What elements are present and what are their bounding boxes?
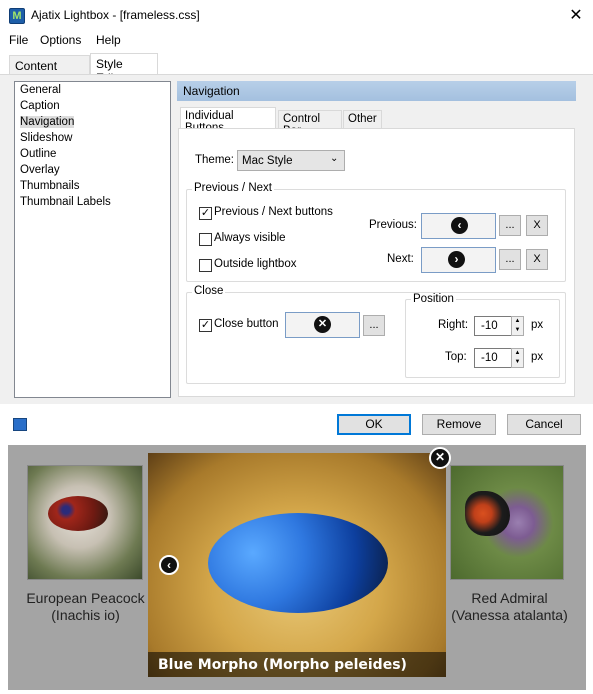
- theme-value: Mac Style: [242, 155, 293, 167]
- next-image-preview[interactable]: ›: [421, 247, 496, 273]
- lightbox-prev-icon[interactable]: ‹: [159, 555, 179, 575]
- sidebar-item-general[interactable]: General: [20, 84, 61, 96]
- top-input[interactable]: -10: [474, 348, 516, 368]
- close-button-label: Close button: [214, 318, 279, 330]
- sidebar-item-overlay[interactable]: Overlay: [20, 164, 60, 176]
- thumbnail-red-admiral[interactable]: [450, 465, 564, 580]
- sidebar-item-caption[interactable]: Caption: [20, 100, 60, 112]
- app-logo-icon: M: [9, 8, 25, 24]
- next-browse-button[interactable]: ...: [499, 249, 521, 270]
- position-group-label: Position: [411, 293, 456, 305]
- left-caption: European Peacock (Inachis io): [26, 590, 145, 623]
- top-label: Top:: [445, 351, 467, 363]
- chevron-left-icon: ‹: [451, 217, 468, 234]
- previous-clear-button[interactable]: X: [526, 215, 548, 236]
- top-stepper[interactable]: ▲ ▼: [511, 348, 524, 368]
- window-title: Ajatix Lightbox - [frameless.css]: [31, 8, 200, 22]
- outside-lightbox-checkbox[interactable]: [199, 259, 212, 272]
- thumbnail-peacock[interactable]: [27, 465, 143, 580]
- theme-label: Theme:: [195, 154, 234, 166]
- theme-select[interactable]: Mac Style ⌄: [237, 150, 345, 171]
- close-browse-button[interactable]: ...: [363, 315, 385, 336]
- section-header: Navigation: [177, 81, 576, 101]
- menu-file[interactable]: File: [9, 33, 28, 47]
- chevron-down-icon: ⌄: [330, 153, 339, 164]
- preview-icon[interactable]: [13, 418, 27, 431]
- right-unit: px: [531, 319, 544, 331]
- right-caption: Red Admiral (Vanessa atalanta): [451, 590, 568, 623]
- tab-control-bar[interactable]: Control Bar: [278, 110, 342, 137]
- menu-help[interactable]: Help: [96, 33, 121, 47]
- lightbox-close-icon[interactable]: ✕: [429, 447, 451, 469]
- right-label: Right:: [438, 319, 469, 331]
- next-clear-button[interactable]: X: [526, 249, 548, 270]
- prevnext-buttons-checkbox[interactable]: ✓: [199, 207, 212, 220]
- main-image: Blue Morpho (Morpho peleides): [148, 453, 446, 677]
- admiral-butterfly-shape: [465, 491, 510, 536]
- tab-other[interactable]: Other: [343, 110, 382, 129]
- close-icon: ✕: [314, 316, 331, 333]
- main-caption: Blue Morpho (Morpho peleides): [148, 652, 446, 677]
- always-visible-label: Always visible: [214, 232, 286, 244]
- tab-content-editor[interactable]: Content Editor: [9, 55, 90, 87]
- always-visible-checkbox[interactable]: [199, 233, 212, 246]
- sidebar-item-navigation[interactable]: Navigation: [20, 116, 74, 128]
- menu-options[interactable]: Options: [40, 33, 81, 47]
- tab-individual-buttons[interactable]: Individual Buttons: [180, 107, 276, 134]
- close-button-checkbox[interactable]: ✓: [199, 319, 212, 332]
- sidebar-item-outline[interactable]: Outline: [20, 148, 56, 160]
- outside-lightbox-label: Outside lightbox: [214, 258, 297, 270]
- close-icon[interactable]: ✕: [565, 5, 587, 25]
- right-stepper[interactable]: ▲ ▼: [511, 316, 524, 336]
- category-list[interactable]: [14, 81, 171, 398]
- peacock-butterfly-shape: [48, 496, 108, 531]
- top-unit: px: [531, 351, 544, 363]
- previous-image-preview[interactable]: ‹: [421, 213, 496, 239]
- ok-button[interactable]: OK: [337, 414, 411, 435]
- previous-browse-button[interactable]: ...: [499, 215, 521, 236]
- cancel-button[interactable]: Cancel: [507, 414, 581, 435]
- sidebar-item-slideshow[interactable]: Slideshow: [20, 132, 72, 144]
- right-input[interactable]: -10: [474, 316, 516, 336]
- sidebar-item-thumbnail-labels[interactable]: Thumbnail Labels: [20, 196, 111, 208]
- prevnext-buttons-label: Previous / Next buttons: [214, 206, 333, 218]
- next-label: Next:: [387, 253, 414, 265]
- close-image-preview[interactable]: ✕: [285, 312, 360, 338]
- sidebar-item-thumbnails[interactable]: Thumbnails: [20, 180, 79, 192]
- remove-button[interactable]: Remove: [422, 414, 496, 435]
- chevron-right-icon: ›: [448, 251, 465, 268]
- close-group-label: Close: [192, 285, 226, 297]
- previous-label: Previous:: [369, 219, 417, 231]
- blue-morpho-butterfly-shape: [208, 513, 388, 613]
- prevnext-group-label: Previous / Next: [192, 182, 274, 194]
- tab-style-editor[interactable]: Style Editor: [90, 53, 158, 85]
